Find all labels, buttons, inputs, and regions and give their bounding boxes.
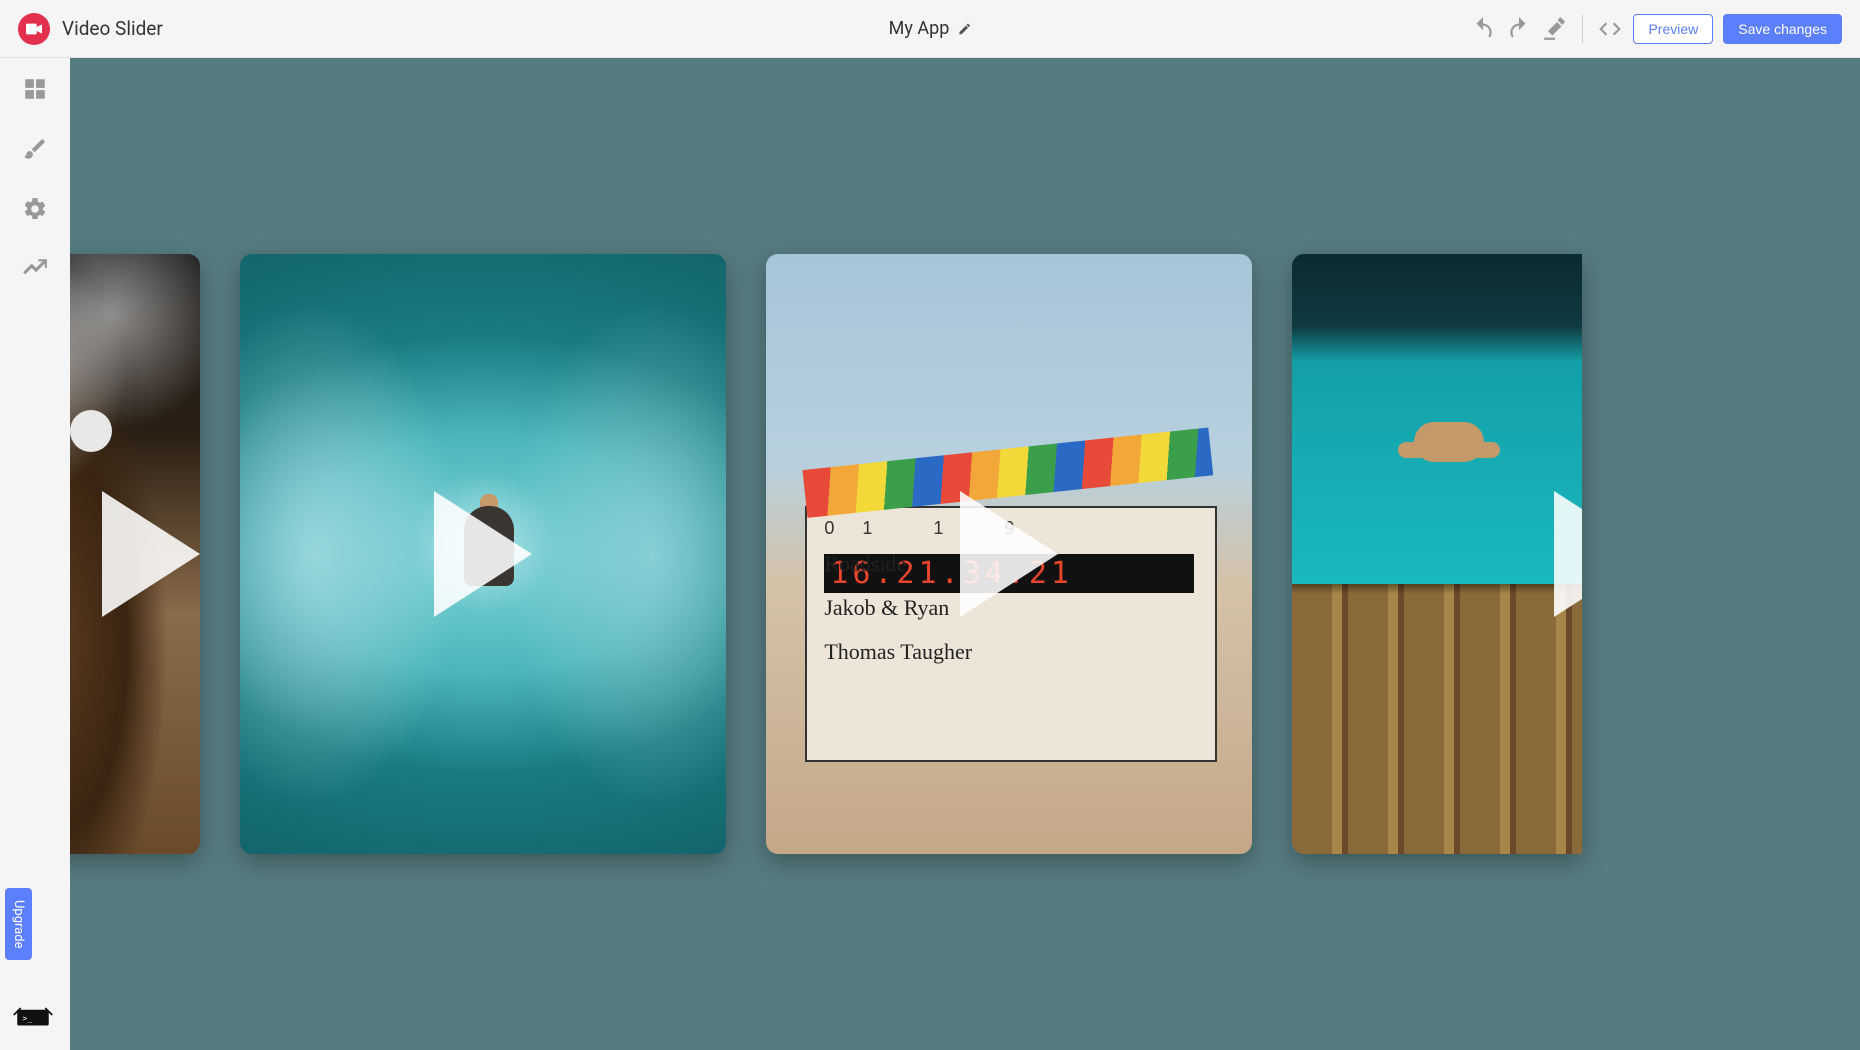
app-logo-icon[interactable] [18,13,50,45]
video-slider-track[interactable]: 01 1 9 16.21.34.21 Roadside Jakob & Ryan… [70,254,1582,854]
video-card[interactable] [1292,254,1582,854]
top-bar-left: Video Slider [18,13,163,45]
brush-icon[interactable] [22,136,48,162]
play-button[interactable] [413,484,553,624]
undo-icon[interactable] [1470,16,1496,42]
top-bar-right: Preview Save changes [1470,14,1842,44]
top-bar-center: My App [889,18,972,39]
edit-icon[interactable] [957,22,971,36]
play-button[interactable] [939,484,1079,624]
video-card[interactable]: 01 1 9 16.21.34.21 Roadside Jakob & Ryan… [766,254,1252,854]
gear-icon[interactable] [22,196,48,222]
app-name: My App [889,18,950,39]
terminal-icon[interactable]: >_ [12,1002,54,1032]
code-icon[interactable] [1597,16,1623,42]
top-bar: Video Slider My App Preview Save changes [0,0,1860,58]
video-card[interactable] [240,254,726,854]
save-changes-button[interactable]: Save changes [1723,14,1842,44]
left-sidebar: Upgrade >_ [0,58,70,1050]
toolbar-divider [1582,15,1583,43]
preview-button[interactable]: Preview [1633,14,1713,44]
play-button[interactable] [81,484,200,624]
play-button[interactable] [1533,484,1582,624]
redo-icon[interactable] [1506,16,1532,42]
canvas[interactable]: 01 1 9 16.21.34.21 Roadside Jakob & Ryan… [70,58,1860,1050]
page-title: Video Slider [62,17,163,40]
analytics-icon[interactable] [22,256,48,282]
grid-icon[interactable] [22,76,48,102]
svg-text:>_: >_ [23,1014,33,1023]
body-row: Upgrade >_ 01 1 9 16.21.34. [0,58,1860,1050]
slate-line: Thomas Taugher [824,630,1193,674]
gavel-icon[interactable] [1542,16,1568,42]
upgrade-button[interactable]: Upgrade [5,888,32,960]
video-card[interactable] [70,254,200,854]
